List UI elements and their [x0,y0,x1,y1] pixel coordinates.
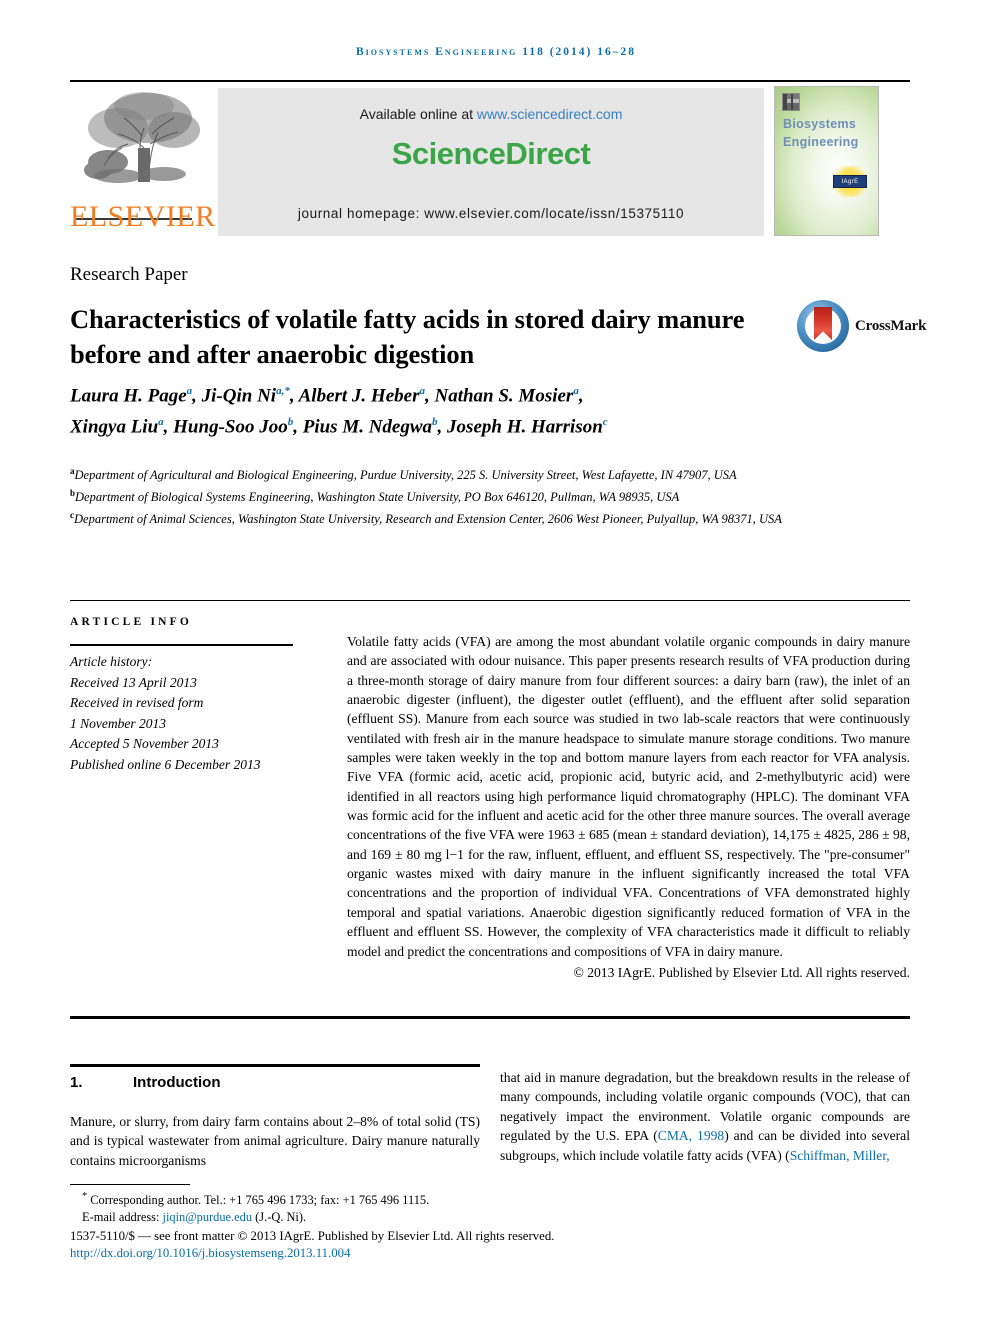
affiliation-text-a: Department of Agricultural and Biologica… [74,468,737,483]
cover-society-badge: IAgrE [833,175,867,188]
corresponding-author-line: * Corresponding author. Tel.: +1 765 496… [70,1189,540,1209]
affil-mark: a [419,385,425,397]
affil-mark: c [602,416,608,429]
cover-title-line1: Biosystems [783,117,857,131]
affiliation-item: cDepartment of Animal Sciences, Washingt… [70,507,790,529]
corresponding-author-marker: * [284,385,290,397]
article-history-published: Published online 6 December 2013 [70,756,261,772]
affiliation-item: aDepartment of Agricultural and Biologic… [70,463,790,485]
running-head: Biosystems Engineering 118 (2014) 16–28 [355,46,636,58]
abstract-band-bottom-rule [70,1016,910,1019]
email-suffix: (J.-Q. Ni). [252,1209,307,1224]
doi-link[interactable]: http://dx.doi.org/10.1016/j.biosystemsen… [70,1246,670,1261]
sciencedirect-logo: ScienceDirect [391,136,591,171]
affiliation-text-c: Department of Animal Sciences, Washingto… [74,511,782,526]
article-info-rule [70,644,293,646]
affiliation-item: bDepartment of Biological Systems Engine… [70,485,790,507]
cover-title-line2: Engineering [783,135,859,149]
body-column-left: Manure, or slurry, from dairy farm conta… [70,1114,480,1168]
affil-mark: b [432,416,438,429]
affil-mark: a [158,416,164,429]
masthead-top-rule [70,80,910,82]
affil-mark: a [573,385,579,397]
journal-cover-thumbnail: Biosystems Engineering IAgrE [774,86,879,236]
email-line: E-mail address: jiqin@purdue.edu (J.-Q. … [70,1209,540,1225]
abstract-copyright: © 2013 IAgrE. Published by Elsevier Ltd.… [573,964,910,980]
section-heading-rule [70,1064,480,1067]
affil-mark: b [287,416,294,429]
article-first-page: Biosystems Engineering 118 (2014) 16–28 [0,0,992,1323]
paper-type-label: Research Paper [70,264,188,285]
article-history-revised-date: 1 November 2013 [70,715,166,731]
article-history: Article history: Received 13 April 2013 … [70,652,310,775]
crossmark-icon [797,300,849,352]
sciencedirect-url-link[interactable]: www.sciencedirect.com [477,106,623,122]
section-number: 1. [70,1074,83,1091]
author-list: Laura H. Pagea, Ji-Qin Nia,*, Albert J. … [70,378,790,441]
elsevier-wordmark: ELSEVIER [70,200,216,233]
affiliation-list: aDepartment of Agricultural and Biologic… [70,463,790,528]
article-history-received: Received 13 April 2013 [70,674,197,690]
citation-link-schiffman[interactable]: Schiffman, Miller, [790,1148,890,1163]
cover-qr-icon [782,93,800,111]
email-label: E-mail address: [82,1209,163,1224]
section-title-introduction: Introduction [133,1074,221,1091]
article-info-heading: ARTICLE INFO [70,616,193,628]
sciencedirect-banner: Available online at www.sciencedirect.co… [218,88,764,236]
abstract-text: Volatile fatty acids (VFA) are among the… [347,634,910,959]
corresponding-marker: * [82,1191,88,1202]
issn-copyright-line: 1537-5110/$ — see front matter © 2013 IA… [70,1229,555,1243]
elsevier-logo: ELSEVIER [70,88,216,238]
affil-mark: a [186,385,193,397]
journal-homepage-text[interactable]: journal homepage: www.elsevier.com/locat… [218,206,764,221]
crossmark-label: CrossMark [855,318,927,334]
abstract-band-top-rule [70,600,910,601]
article-history-revised-label: Received in revised form [70,695,204,710]
journal-masthead: ELSEVIER Available online at www.science… [70,80,910,240]
abstract: Volatile fatty acids (VFA) are among the… [347,632,910,982]
crossmark-badge[interactable]: CrossMark [797,300,926,356]
affiliation-text-b: Department of Biological Systems Enginee… [75,489,680,504]
footnote-rule [70,1184,190,1185]
corresponding-author-text: Corresponding author. Tel.: +1 765 496 1… [90,1193,430,1208]
author-line-2: Xingya Liua, Hung-Soo Joob, Pius M. Ndeg… [70,416,608,438]
citation-link-cma[interactable]: CMA, 1998 [658,1128,724,1143]
email-link[interactable]: jiqin@purdue.edu [163,1210,253,1224]
author-line-1: Laura H. Pagea, Ji-Qin Nia,*, Albert J. … [70,385,584,407]
body-column-right: that aid in manure degradation, but the … [500,1068,910,1165]
elsevier-tree-icon [78,88,206,200]
corresponding-author-note: * Corresponding author. Tel.: +1 765 496… [70,1189,540,1225]
available-online-text: Available online at www.sciencedirect.co… [218,106,764,122]
article-history-label: Article history: [70,654,153,669]
article-history-accepted: Accepted 5 November 2013 [70,736,219,751]
page-title: Characteristics of volatile fatty acids … [70,304,745,369]
available-online-prefix: Available online at [359,106,477,122]
